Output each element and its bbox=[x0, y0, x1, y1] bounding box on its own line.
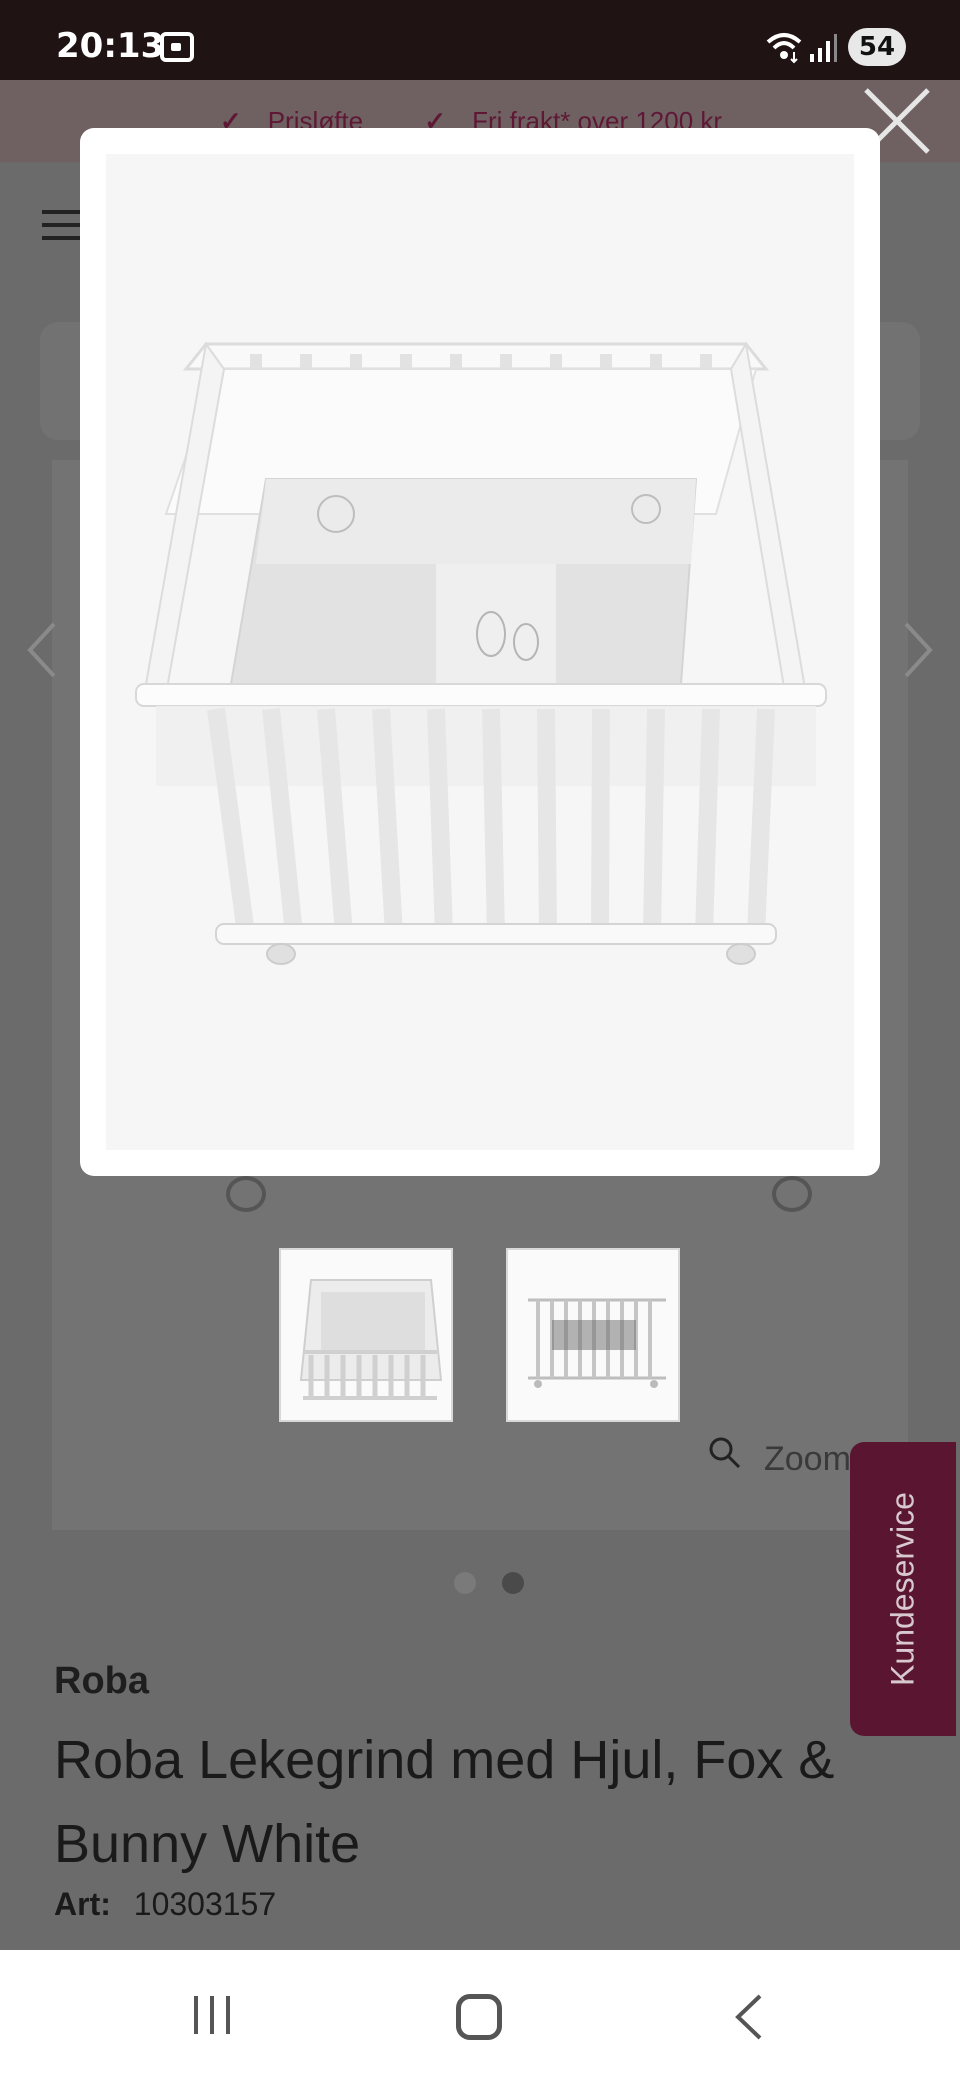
system-nav-bar bbox=[0, 1950, 960, 2080]
signal-icon bbox=[810, 34, 837, 62]
thumbnail-crib-side-view[interactable] bbox=[506, 1248, 680, 1422]
wifi-icon bbox=[766, 33, 802, 64]
thumbnail-crib-top-view[interactable] bbox=[279, 1248, 453, 1422]
crib-thumbnail-image bbox=[281, 1250, 451, 1420]
zoom-label[interactable]: Zoom bbox=[764, 1440, 851, 1479]
chevron-left-icon[interactable] bbox=[22, 620, 62, 680]
chevron-right-icon[interactable] bbox=[898, 620, 938, 680]
recents-icon[interactable] bbox=[190, 1994, 234, 2036]
pagination-dot[interactable] bbox=[454, 1572, 476, 1594]
crib-wheel-image bbox=[772, 1176, 812, 1212]
customer-service-label: Kundeservice bbox=[884, 1492, 921, 1686]
article-label: Art: bbox=[54, 1886, 111, 1922]
gallery-pagination bbox=[454, 1572, 546, 1599]
back-icon[interactable] bbox=[730, 1992, 766, 2042]
menu-icon[interactable] bbox=[42, 210, 82, 240]
product-brand[interactable]: Roba bbox=[54, 1660, 149, 1703]
customer-service-tab[interactable]: Kundeservice bbox=[850, 1442, 956, 1736]
battery-indicator: 54 bbox=[848, 28, 906, 66]
crib-thumbnail-image bbox=[508, 1250, 678, 1420]
product-title: Roba Lekegrind med Hjul, Fox & Bunny Whi… bbox=[54, 1730, 835, 1874]
home-icon[interactable] bbox=[456, 1994, 502, 2040]
article-value: 10303157 bbox=[133, 1886, 277, 1922]
image-modal bbox=[80, 128, 880, 1176]
article-number: Art: 10303157 bbox=[54, 1886, 276, 1923]
rating-stars bbox=[54, 1940, 654, 1950]
crib-large-image bbox=[106, 154, 854, 1150]
crib-illustration bbox=[106, 154, 854, 1150]
zoom-icon[interactable] bbox=[708, 1436, 742, 1470]
status-time: 20:13 bbox=[56, 26, 165, 66]
crib-wheel-image bbox=[226, 1176, 266, 1212]
pagination-dot-active[interactable] bbox=[502, 1572, 525, 1594]
screenshot-icon bbox=[160, 32, 194, 62]
status-bar: 20:13 54 bbox=[0, 0, 960, 80]
